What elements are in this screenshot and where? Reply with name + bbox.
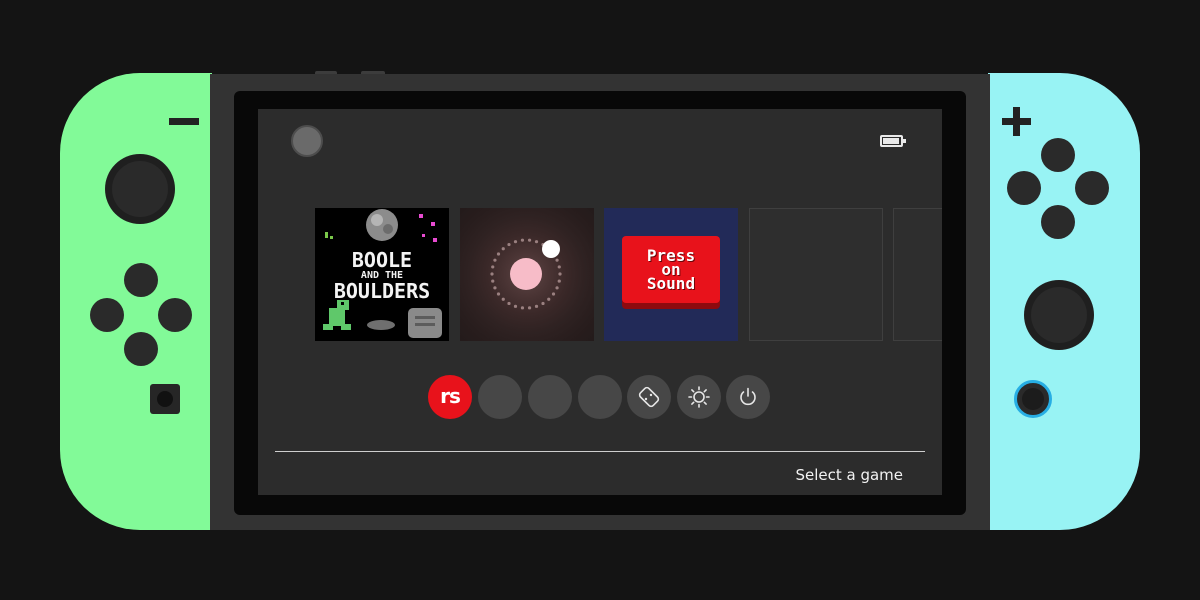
nav-blank-button[interactable]	[478, 375, 522, 419]
orbit-dot	[527, 238, 532, 242]
orbit-dot	[496, 292, 501, 296]
x-button[interactable]	[1041, 138, 1075, 172]
battery-icon	[880, 135, 906, 147]
orbit-dot	[493, 258, 497, 262]
right-stick[interactable]	[1024, 280, 1094, 350]
orbit-dot	[557, 265, 561, 269]
orbit-dot	[527, 306, 532, 310]
orbit-dot	[507, 301, 511, 306]
settings-button[interactable]	[677, 375, 721, 419]
game-title-line1: BOOLE	[351, 248, 413, 272]
home-button[interactable]	[1014, 380, 1052, 418]
game-tile-orbit[interactable]	[460, 208, 594, 341]
orbit-dot	[496, 252, 501, 256]
orbit-dot	[493, 286, 497, 290]
game-tile-press-on-sound[interactable]: Press on Sound	[604, 208, 738, 341]
a-button[interactable]	[1075, 171, 1109, 205]
orbit-dot	[520, 238, 525, 242]
orbit-dot	[490, 272, 494, 276]
capture-button[interactable]	[150, 384, 180, 414]
nav-blank-button[interactable]	[528, 375, 572, 419]
orbit-dot	[491, 265, 495, 269]
press-on-sound-logo: Press on Sound	[622, 236, 720, 303]
orbit-dot	[551, 292, 556, 296]
orbit-dot	[501, 247, 505, 251]
settings-sun-icon	[688, 386, 710, 408]
dpad-right-button[interactable]	[158, 298, 192, 332]
orbit-dot	[520, 306, 525, 310]
game-tile-empty[interactable]	[749, 208, 883, 341]
power-icon	[740, 387, 756, 406]
home-screen: BOOLE AND THE BOULDERS Press on Sound rs	[258, 109, 942, 495]
left-joycon	[60, 73, 212, 530]
footer-divider	[275, 451, 925, 452]
dpad-up-button[interactable]	[124, 263, 158, 297]
game-title: Press on Sound	[646, 245, 696, 293]
orbit-dot	[558, 272, 562, 276]
game-tile-empty[interactable]	[893, 208, 942, 341]
orbit-dot	[501, 297, 505, 301]
y-button[interactable]	[1007, 171, 1041, 205]
orbit-dot	[534, 304, 539, 308]
orbit-artwork	[490, 238, 562, 310]
orbit-dot	[491, 279, 495, 283]
controller-icon	[638, 386, 660, 408]
orbit-dot	[555, 286, 559, 290]
rs-logo: rs	[440, 383, 461, 408]
game-tile-boole-and-the-boulders[interactable]: BOOLE AND THE BOULDERS	[315, 208, 449, 341]
orbit-dot	[557, 279, 561, 283]
minus-button[interactable]	[169, 118, 199, 125]
orbit-dot	[513, 240, 518, 244]
orbit-dot	[534, 240, 539, 244]
left-stick[interactable]	[105, 154, 175, 224]
user-avatar[interactable]	[291, 125, 323, 157]
orbit-dot	[513, 304, 518, 308]
orbit-dot	[547, 297, 551, 301]
b-button[interactable]	[1041, 205, 1075, 239]
orbit-dot	[555, 258, 559, 262]
dpad-down-button[interactable]	[124, 332, 158, 366]
select-a-game-label: Select a game	[795, 466, 903, 484]
orbit-dot	[541, 301, 545, 306]
game-title-line3: BOULDERS	[333, 279, 431, 303]
dpad-left-button[interactable]	[90, 298, 124, 332]
orbit-dot	[507, 242, 511, 247]
plus-button-vertical	[1013, 107, 1020, 136]
controllers-button[interactable]	[627, 375, 671, 419]
power-button[interactable]	[726, 375, 770, 419]
nav-blank-button[interactable]	[578, 375, 622, 419]
rs-app-button[interactable]: rs	[428, 375, 472, 419]
